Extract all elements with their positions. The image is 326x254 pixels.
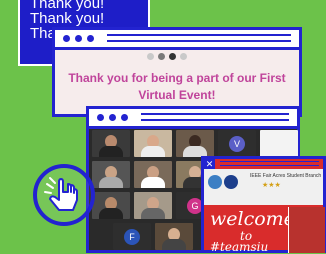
thank-you-line: Thank you! [30,10,105,27]
participant-video[interactable]: V [218,130,256,157]
photo-collage [288,207,325,253]
participant-video[interactable] [176,130,214,157]
window-dot-icon [121,114,128,121]
participant-video[interactable] [155,223,193,250]
participant-video[interactable] [134,161,172,188]
titlebar-line [220,161,319,162]
window-dot-icon [97,114,104,121]
welcome-window: ✕ IEEE Fair Acres Student Branch ★★★ wel… [201,156,326,254]
welcome-header-title: IEEE Fair Acres Student Branch [250,173,322,179]
page-indicator-dot [158,53,165,60]
window-dot-icon [63,35,70,42]
participant-video[interactable] [92,161,130,188]
participant-avatar: F [124,229,140,245]
titlebar-line [107,40,291,42]
page-indicator-dot [180,53,187,60]
titlebar-line [141,113,289,115]
titlebar-line [141,119,289,121]
window-dot-icon [75,35,82,42]
close-icon[interactable]: ✕ [204,159,215,169]
participant-avatar: V [229,136,245,152]
participant-video[interactable] [92,130,130,157]
welcome-header: IEEE Fair Acres Student Branch ★★★ [204,169,323,205]
thank-you-message: Thank you for being a part of our First … [68,71,286,102]
page-indicator-dot [169,53,176,60]
titlebar-line [107,34,291,36]
window-dot-icon [87,35,94,42]
participant-video[interactable] [92,192,130,219]
hashtag-text: #teamsiu [210,240,269,254]
card-titlebar [55,30,299,50]
pointer-hand-icon [33,164,95,226]
participant-video[interactable] [260,130,298,157]
rating-stars: ★★★ [262,182,281,189]
participant-video[interactable]: F [113,223,151,250]
page-indicator-dot [147,53,154,60]
thank-you-card: Thank you for being a part of our First … [52,27,302,117]
participant-video[interactable] [134,130,172,157]
gallery-titlebar [89,109,297,129]
titlebar-line [220,165,319,166]
logo-icon [208,175,222,189]
participant-video[interactable] [134,192,172,219]
window-dot-icon [109,114,116,121]
logo-icon [224,175,238,189]
